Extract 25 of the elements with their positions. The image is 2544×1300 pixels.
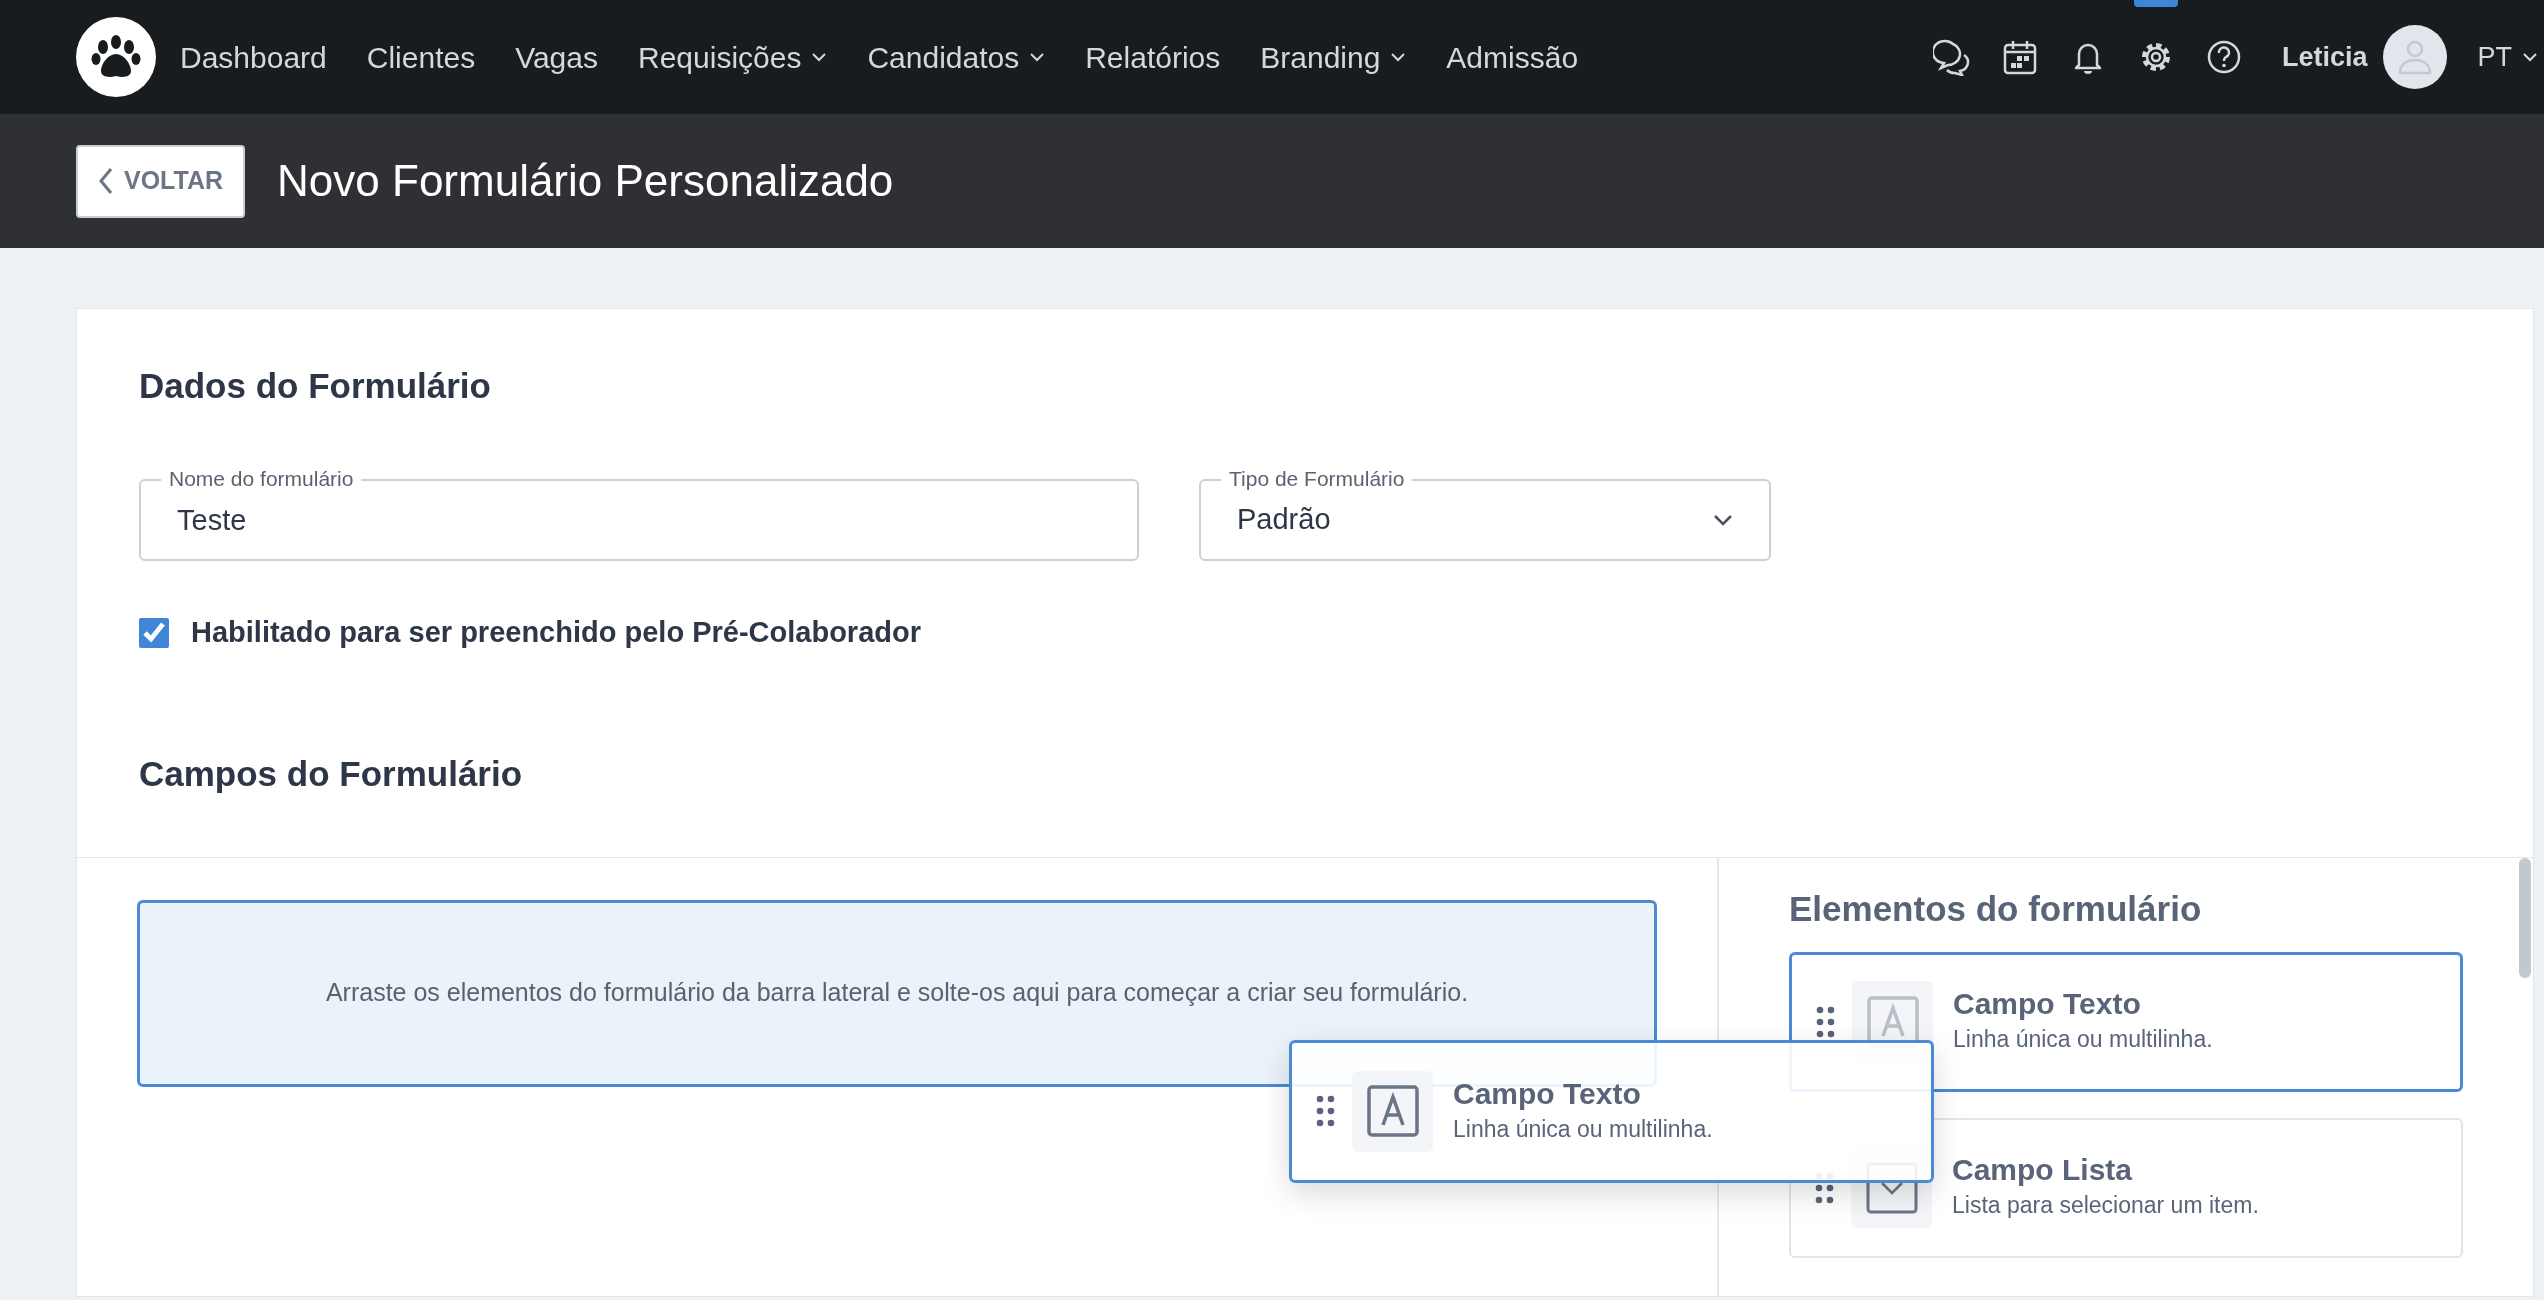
checkbox-label: Habilitado para ser preenchido pelo Pré-Colaborador	[191, 615, 921, 650]
nav-link[interactable]: Dashboard	[180, 34, 327, 80]
element-title: Campo Texto	[1953, 986, 2142, 1023]
section-heading: Dados do Formulário	[139, 365, 492, 407]
element-title: Campo Lista	[1952, 1152, 2134, 1189]
language-selector[interactable]: PT	[2471, 35, 2544, 79]
back-button[interactable]: VOLTAR	[76, 144, 246, 218]
nav-link[interactable]: Candidatos	[867, 34, 1046, 80]
page-title: Novo Formulário Personalizado	[277, 154, 894, 207]
nav-link[interactable]: Branding	[1260, 34, 1407, 80]
drop-zone-text: Arraste os elementos do formulário da barra lateral e solte-os aqui para começar a criar seu formulário.	[325, 977, 1469, 1009]
drag-preview-overlay[interactable]: Campo Texto Linha única ou multilinha.	[1289, 1039, 1934, 1183]
element-description: Lista para selecionar um item.	[1952, 1191, 2259, 1221]
element-title: Campo Texto	[1453, 1075, 1642, 1112]
form-element-card[interactable]: Campo Texto Linha única ou multilinha.	[1789, 951, 2463, 1092]
nav-link[interactable]: Relatórios	[1085, 34, 1221, 80]
user-name: Leticia	[2281, 40, 2368, 74]
element-description: Linha única ou multilinha.	[1953, 1025, 2213, 1055]
element-description: Linha única ou multilinha.	[1453, 1114, 1713, 1144]
nav-link[interactable]: Requisições	[638, 34, 828, 80]
nav-link[interactable]: Vagas	[515, 34, 598, 80]
sidebar-heading: Elementos do formulário	[1789, 887, 2203, 930]
nav-link[interactable]: Clientes	[366, 34, 476, 80]
nav-link[interactable]: Admissão	[1446, 34, 1579, 80]
section-heading: Campos do Formulário	[139, 752, 524, 795]
